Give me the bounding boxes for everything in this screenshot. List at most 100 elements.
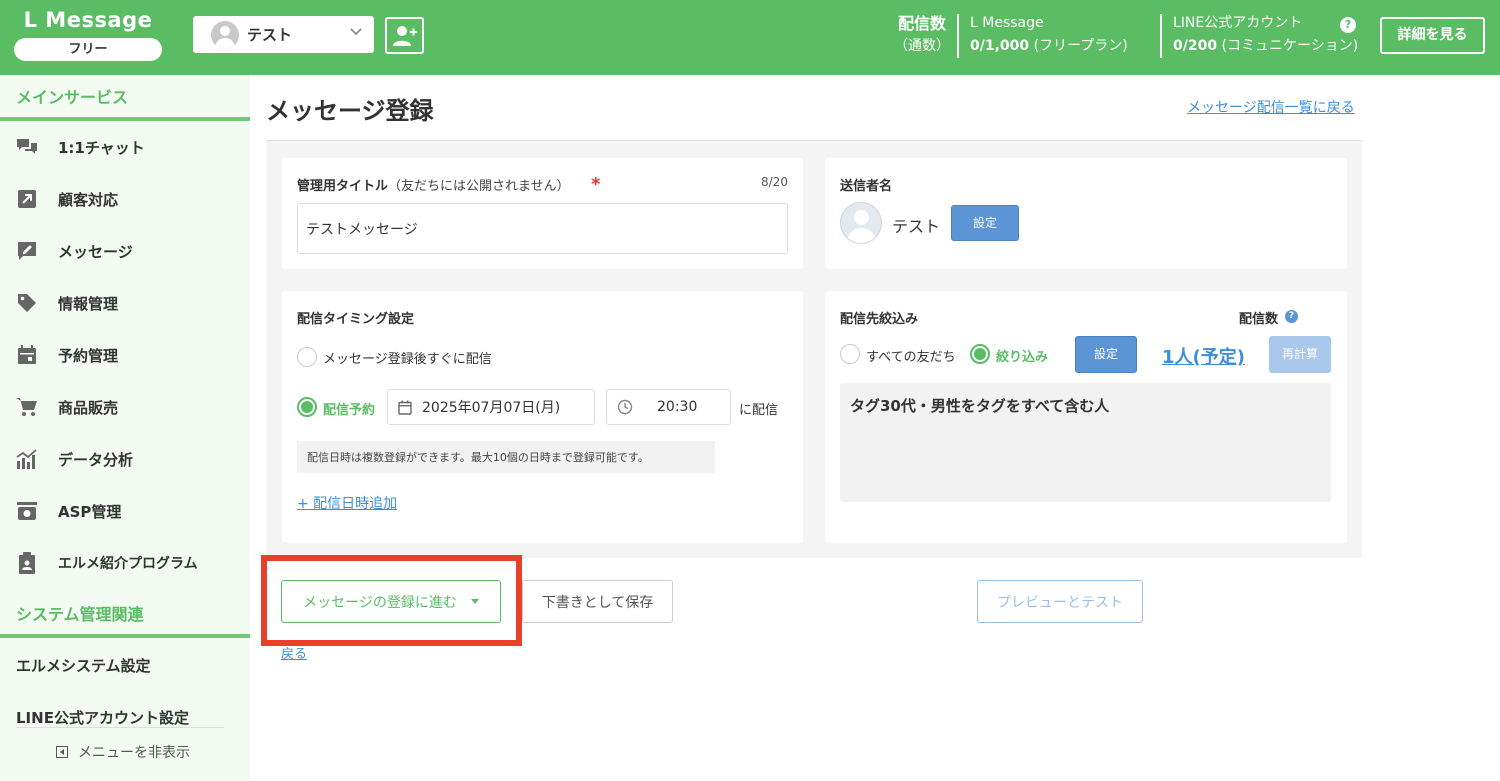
stats-unit: （通数） [894,38,950,54]
chevron-down-icon [350,28,362,36]
time-input[interactable]: 20:30 [606,389,731,425]
section-system: システム管理関連 [16,605,144,624]
details-button[interactable]: 詳細を見る [1380,17,1485,54]
line-plan: (コミュニケーション) [1221,38,1359,54]
sender-card: 送信者名 テスト 設定 [825,158,1347,269]
hide-menu-button[interactable]: メニューを非表示 [56,742,190,762]
sidebar-item-message[interactable]: メッセージ [0,231,250,271]
proceed-register-button[interactable]: メッセージの登録に進む [281,580,501,623]
recalc-button[interactable]: 再計算 [1269,336,1331,373]
char-counter: 8/20 [761,175,788,189]
back-to-list-link[interactable]: メッセージ配信一覧に戻る [1187,97,1355,117]
top-header: L Message フリー テスト 配信数 （通数） L Message 0/1… [0,0,1500,75]
sidebar-item-label: 顧客対応 [58,190,119,209]
tag-icon [16,292,38,314]
radio-filter[interactable] [970,344,990,364]
sidebar-item-sales[interactable]: 商品販売 [0,387,250,427]
clock-icon [617,399,633,415]
proceed-register-label: メッセージの登録に進む [303,594,457,611]
radio-immediate-label: メッセージ登録後すぐに配信 [323,352,492,367]
date-input[interactable]: 2025年07月07日(月) [387,389,595,425]
radio-scheduled[interactable] [297,397,317,417]
account-select[interactable]: テスト [193,16,374,53]
admin-title-card: 管理用タイトル（友だちには公開されません） * 8/20 テストメッセージ [282,158,803,269]
target-label: 配信先絞込み [840,312,919,327]
sidebar-item-label: 1:1チャット [58,138,145,157]
sender-name: テスト [892,217,941,236]
back-link[interactable]: 戻る [281,643,307,662]
required-mark: * [591,174,601,195]
sidebar-item-customer[interactable]: 顧客対応 [0,179,250,219]
radio-immediate[interactable] [297,347,317,367]
divider [957,14,959,58]
add-schedule-link[interactable]: + 配信日時追加 [297,493,397,513]
lm-stats: L Message 0/1,000 (フリープラン) [970,12,1128,58]
sidebar-item-analytics[interactable]: データ分析 [0,439,250,479]
delivery-count-label: 配信数 [1239,312,1279,327]
admin-title-label-text: 管理用タイトル [297,179,389,194]
add-user-icon [392,25,417,46]
estimated-count-link[interactable]: 1人(予定) [1162,343,1245,369]
timing-card: 配信タイミング設定 メッセージ登録後すぐに配信 配信予約 2025年07月07日… [282,291,803,543]
add-user-button[interactable] [385,17,424,54]
stats-label: 配信数 [897,14,946,33]
lm-plan: (フリープラン) [1033,38,1128,54]
admin-title-label: 管理用タイトル（友だちには公開されません） [297,175,570,194]
calendar-icon [16,344,38,366]
date-value: 2025年07月07日(月) [422,400,561,416]
sidebar-item-referral[interactable]: エルメ紹介プログラム [0,543,250,583]
preview-test-button[interactable]: プレビューとテスト [977,580,1143,623]
admin-title-input[interactable]: テストメッセージ [297,203,788,254]
sidebar-item-chat[interactable]: 1:1チャット [0,127,250,167]
arrow-up-right-icon [16,188,38,210]
message-icon [16,240,38,262]
sidebar: メインサービス 1:1チャット 顧客対応 メッセージ 情報管理 予約管理 商品販… [0,75,250,781]
page-title: メッセージ登録 [266,97,434,125]
filter-condition: タグ30代・男性をタグをすべて含む人 [840,383,1331,502]
help-icon[interactable]: ? [1285,310,1298,323]
sidebar-item-info[interactable]: 情報管理 [0,283,250,323]
sidebar-item-system-settings[interactable]: エルメシステム設定 [16,655,151,676]
help-icon[interactable]: ? [1340,17,1356,33]
delivery-count-label: 配信数 （通数） [893,12,951,58]
sender-set-button[interactable]: 設定 [951,205,1019,241]
asp-icon [16,500,38,522]
lm-value: 0/1,000 [970,38,1030,54]
sidebar-item-label: ASP管理 [58,502,122,521]
sidebar-item-label: エルメ紹介プログラム [58,556,198,572]
chat-icon [16,136,38,158]
sidebar-item-line-settings[interactable]: LINE公式アカウント設定 [16,707,189,728]
radio-filter-label: 絞り込み [996,350,1049,365]
section-bar [0,634,250,638]
lm-label: L Message [970,15,1044,31]
target-set-button[interactable]: 設定 [1075,336,1137,373]
sidebar-item-label: 予約管理 [58,346,119,365]
sender-avatar [840,202,882,244]
logo[interactable]: L Message フリー [14,7,162,61]
time-value: 20:30 [657,399,698,415]
line-stats: LINE公式アカウント 0/200 (コミュニケーション) [1173,12,1358,58]
sidebar-item-label: 情報管理 [58,294,119,313]
schedule-note: 配信日時は複数登録ができます。最大10個の日時まで登録可能です。 [297,441,715,473]
section-main-services: メインサービス [16,88,129,107]
cart-icon [16,396,38,418]
clipboard-icon [16,552,38,574]
hide-menu-label: メニューを非表示 [78,745,190,761]
sender-label: 送信者名 [840,179,893,194]
collapse-icon [56,746,68,758]
account-name: テスト [247,26,293,44]
line-value: 0/200 [1173,38,1218,54]
caret-down-icon [470,599,479,604]
radio-all-friends[interactable] [840,344,860,364]
timing-label: 配信タイミング設定 [297,312,415,327]
sidebar-item-reservation[interactable]: 予約管理 [0,335,250,375]
sidebar-item-label: データ分析 [58,450,134,469]
chart-icon [16,448,38,470]
divider [16,727,224,728]
section-bar [0,117,250,121]
save-draft-button[interactable]: 下書きとして保存 [522,580,673,623]
schedule-suffix: に配信 [739,403,779,418]
sidebar-item-label: メッセージ [58,242,133,261]
sidebar-item-asp[interactable]: ASP管理 [0,491,250,531]
divider [1160,14,1162,58]
